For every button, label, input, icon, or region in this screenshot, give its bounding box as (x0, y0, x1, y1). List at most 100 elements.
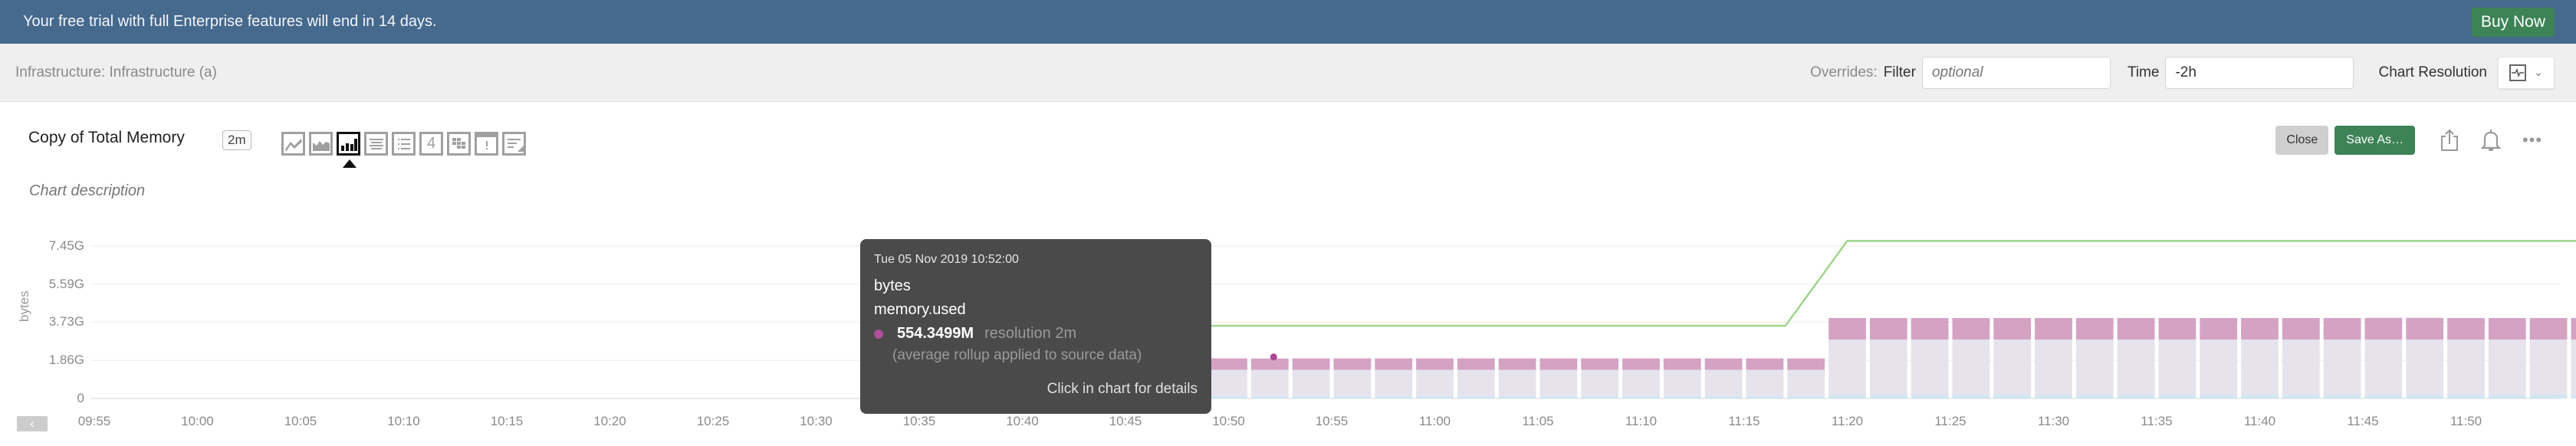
line-series-memory-total (1125, 240, 2576, 327)
bar-segment-memory-buffered (1539, 395, 1578, 398)
single-value-icon: 4 (426, 135, 436, 152)
bar-segment-memory-cached (1663, 369, 1701, 396)
bar-segment-memory-cached (2406, 339, 2444, 395)
list-icon (397, 138, 410, 149)
x-tick-label: 11:40 (2243, 414, 2276, 428)
trial-banner: Your free trial with full Enterprise fea… (0, 0, 2576, 44)
time-label: Time (2127, 64, 2160, 80)
bar-segment-memory-used (1333, 358, 1372, 370)
bar-segment-memory-used (1210, 358, 1247, 370)
y-tick-label: 3.73G (48, 314, 84, 330)
bar-segment-memory-used (2282, 318, 2320, 340)
share-button[interactable] (2436, 126, 2463, 155)
close-button[interactable]: Close (2275, 126, 2329, 155)
chart-actions: Close Save As… ••• (2275, 126, 2555, 155)
bar-segment-memory-used (2323, 318, 2361, 340)
area-chart-icon (312, 140, 330, 151)
column-chart-button[interactable] (337, 132, 360, 156)
bar-segment-memory-cached (2447, 339, 2485, 395)
bar-segment-memory-used (2406, 317, 2444, 340)
x-tick-label: 10:55 (1315, 414, 1349, 428)
bar-segment-memory-used (1292, 358, 1330, 370)
tooltip-unit: bytes (874, 277, 911, 294)
breadcrumb[interactable]: Infrastructure: Infrastructure (a) (15, 64, 1810, 81)
chart-type-selector: 4 (281, 132, 526, 156)
alert-button[interactable] (2478, 126, 2504, 155)
bar-segment-memory-used (2571, 318, 2576, 340)
filter-label: Filter (1883, 64, 1916, 80)
heatmap-button[interactable] (447, 132, 471, 156)
single-value-button[interactable]: 4 (419, 132, 443, 156)
bar-segment-memory-used (1663, 358, 1701, 370)
bar-segment-memory-buffered (1704, 395, 1743, 398)
resolution-badge: 2m (222, 130, 251, 150)
x-tick-label: 11:00 (1418, 414, 1451, 428)
list-button[interactable] (392, 132, 416, 156)
line-chart-icon (284, 138, 302, 152)
bar-segment-memory-cached (1581, 369, 1619, 396)
y-tick-label: 0 (77, 391, 84, 405)
bar-segment-memory-buffered (2075, 395, 2114, 398)
bar-segment-memory-buffered (1829, 395, 1866, 398)
bar-segment-memory-buffered (1663, 395, 1701, 398)
x-tick-label: 11:25 (1934, 414, 1967, 428)
bar-segment-memory-cached (1787, 369, 1825, 396)
x-tick-label: 10:30 (800, 414, 833, 428)
bar-segment-memory-used (1581, 358, 1619, 370)
series-dot-icon (874, 329, 883, 339)
highlight-point (1270, 353, 1277, 361)
heatmap-icon (452, 137, 465, 149)
buy-now-button[interactable]: Buy Now (2471, 7, 2555, 37)
bar-segment-memory-used (1498, 358, 1536, 370)
bar-segment-memory-buffered (1622, 395, 1660, 398)
bar-segment-memory-buffered (1498, 395, 1536, 398)
bar-segment-memory-buffered (2158, 395, 2196, 398)
bar-segment-memory-used (1539, 358, 1578, 370)
x-tick-label: 10:05 (284, 414, 317, 428)
tooltip-metric: memory.used (874, 301, 966, 318)
time-input[interactable] (2165, 56, 2354, 89)
filter-input[interactable] (1921, 56, 2111, 89)
bar-segment-memory-used (1993, 318, 2032, 340)
histogram-button[interactable] (364, 132, 388, 156)
bar-segment-memory-buffered (1210, 395, 1247, 398)
bar-segment-memory-used (2364, 317, 2403, 340)
overrides-label: Overrides: (1810, 64, 1878, 80)
tooltip-note: (average rollup applied to source data) (892, 347, 1142, 363)
bar-segment-memory-cached (2488, 339, 2526, 395)
x-tick-label: 11:35 (2141, 414, 2173, 428)
x-tick-label: 10:20 (593, 414, 626, 428)
bar-segment-memory-cached (1746, 369, 1784, 396)
bar-segment-memory-buffered (1375, 395, 1413, 398)
bar-segment-memory-buffered (2447, 395, 2485, 398)
more-options-button[interactable]: ••• (2519, 126, 2545, 155)
chart-description[interactable]: Chart description (29, 182, 145, 200)
area-chart-button[interactable] (309, 132, 333, 156)
line-chart-button[interactable] (281, 132, 305, 156)
event-feed-button[interactable] (475, 132, 498, 156)
bar-segment-memory-buffered (1787, 395, 1825, 398)
bar-segment-memory-used (1787, 358, 1825, 370)
bar-segment-memory-buffered (2488, 395, 2526, 398)
bar-segment-memory-cached (1333, 369, 1372, 396)
text-note-icon (507, 138, 524, 152)
data-tooltip: Tue 05 Nov 2019 10:52:00 bytes memory.us… (860, 239, 1211, 414)
chart-resolution-dropdown[interactable]: ⌄ (2498, 56, 2555, 89)
bar-segment-memory-cached (1375, 369, 1413, 396)
bar-segment-memory-buffered (1911, 395, 1949, 398)
save-as-button[interactable]: Save As… (2334, 126, 2415, 155)
bar-segment-memory-cached (2571, 339, 2576, 395)
bar-segment-memory-buffered (1416, 395, 1454, 398)
x-tick-label: 09:55 (77, 414, 111, 428)
scroll-left-button[interactable]: ‹ (17, 416, 48, 431)
bar-segment-memory-buffered (1581, 395, 1619, 398)
event-feed-icon (485, 140, 488, 149)
text-note-button[interactable] (502, 132, 526, 156)
chart-title[interactable]: Copy of Total Memory (28, 129, 185, 147)
bar-segment-memory-used (2447, 318, 2485, 340)
bar-segment-memory-cached (1622, 369, 1660, 396)
bar-segment-memory-cached (2075, 339, 2114, 395)
bar-segment-memory-buffered (2282, 395, 2320, 398)
x-tick-label: 11:10 (1625, 414, 1658, 428)
tooltip-value-row: 554.3499M resolution 2m (874, 325, 1198, 343)
